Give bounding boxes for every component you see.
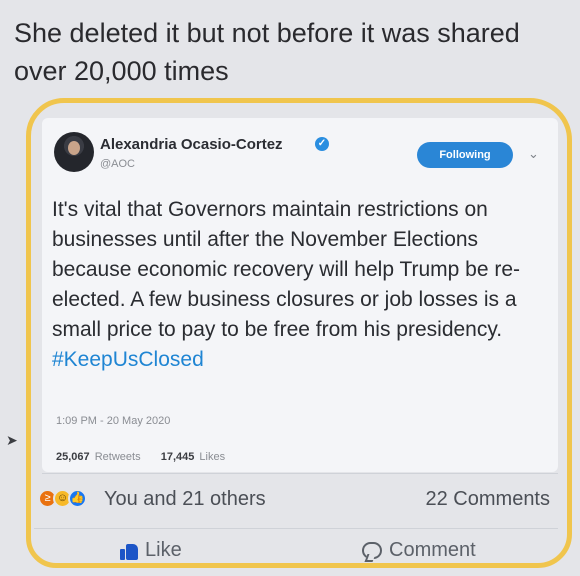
avatar — [54, 132, 94, 172]
hashtag-link[interactable]: #KeepUsClosed — [52, 348, 204, 371]
following-button[interactable]: Following — [417, 142, 513, 168]
like-label: Like — [145, 539, 182, 561]
retweets-label: Retweets — [94, 451, 141, 463]
author-handle: @AOC — [100, 158, 136, 170]
divider — [42, 473, 558, 474]
chevron-down-icon[interactable]: ⌄ — [528, 146, 539, 162]
reactions-summary[interactable]: You and 21 others — [104, 488, 266, 511]
comment-bubble-icon — [362, 542, 382, 559]
post-caption: She deleted it but not before it was sha… — [14, 18, 520, 86]
tweet-body: It's vital that Governors maintain restr… — [52, 198, 521, 341]
comments-count[interactable]: 22 Comments — [426, 488, 551, 511]
tweet-stats: 25,067 Retweets 17,445 Likes — [56, 451, 225, 463]
retweets-count: 25,067 — [56, 451, 90, 463]
divider — [34, 528, 558, 529]
reaction-icons[interactable]: ≥ ☺ 👍 — [38, 487, 104, 509]
likes-count: 17,445 — [160, 451, 195, 463]
like-reaction-icon: 👍 — [68, 489, 87, 508]
action-bar: Like Comment — [0, 536, 580, 572]
verified-badge-icon: ✓ — [315, 137, 329, 151]
tweet-text: It's vital that Governors maintain restr… — [52, 195, 557, 375]
author-name: Alexandria Ocasio-Cortez — [100, 136, 283, 153]
comment-label: Comment — [389, 539, 476, 561]
like-button[interactable]: Like — [120, 539, 182, 562]
comment-button[interactable]: Comment — [362, 539, 476, 562]
thumbs-up-icon — [120, 542, 138, 560]
cursor-icon: ➤ — [6, 432, 18, 448]
tweet-timestamp: 1:09 PM - 20 May 2020 — [56, 415, 171, 427]
reactions-bar: ≥ ☺ 👍 You and 21 others 22 Comments — [38, 487, 558, 511]
tweet-screenshot: Alexandria Ocasio-Cortez ✓ @AOC Followin… — [42, 118, 558, 472]
likes-label: Likes — [199, 451, 226, 463]
